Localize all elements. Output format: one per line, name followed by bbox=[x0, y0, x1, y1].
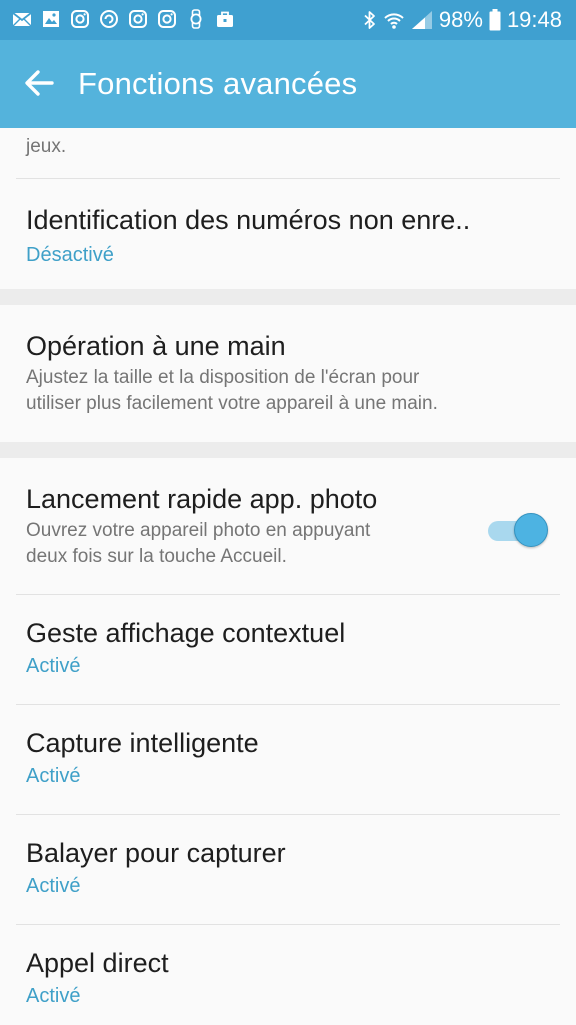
page-title: Fonctions avancées bbox=[78, 66, 358, 101]
notification-icons bbox=[12, 9, 235, 29]
setting-title: Opération à une main bbox=[26, 331, 286, 361]
setting-quick-camera[interactable]: Lancement rapide app. photo Ouvrez votre… bbox=[0, 458, 576, 594]
sync-icon bbox=[100, 10, 118, 28]
bluetooth-icon bbox=[364, 11, 375, 29]
setting-desc-line: Ouvrez votre appareil photo en appuyant bbox=[26, 520, 371, 541]
setting-caller-id[interactable]: Identification des numéros non enre.. Dé… bbox=[0, 179, 576, 289]
setting-smart-capture[interactable]: Capture intelligente Activé bbox=[0, 705, 576, 814]
battery-percent: 98% bbox=[438, 7, 483, 32]
setting-palm-swipe[interactable]: Balayer pour capturer Activé bbox=[0, 815, 576, 924]
setting-title: Geste affichage contextuel bbox=[26, 618, 346, 648]
setting-title: Identification des numéros non enre.. bbox=[26, 205, 471, 235]
instagram-icon bbox=[158, 10, 176, 28]
back-arrow-icon[interactable] bbox=[22, 66, 56, 100]
settings-group-3: Lancement rapide app. photo Ouvrez votre… bbox=[0, 458, 576, 1025]
gallery-icon bbox=[43, 11, 59, 27]
partial-item-desc: jeux. bbox=[26, 136, 67, 157]
battery-icon bbox=[489, 9, 501, 31]
settings-group-2: Opération à une main Ajustez la taille e… bbox=[0, 305, 576, 442]
settings-group-1: jeux. Identification des numéros non enr… bbox=[0, 128, 576, 289]
quick-camera-toggle[interactable] bbox=[486, 513, 548, 549]
system-status: 98% 19:48 bbox=[363, 7, 562, 33]
clock: 19:48 bbox=[506, 7, 562, 32]
section-gap bbox=[0, 289, 576, 305]
setting-status: Activé bbox=[26, 655, 81, 677]
setting-one-hand-mode[interactable]: Opération à une main Ajustez la taille e… bbox=[0, 305, 576, 442]
setting-status: Activé bbox=[26, 985, 81, 1007]
setting-title: Balayer pour capturer bbox=[26, 838, 286, 868]
settings-list: jeux. Identification des numéros non enr… bbox=[0, 128, 576, 1025]
setting-status: Activé bbox=[26, 875, 81, 897]
mail-icon bbox=[12, 12, 32, 27]
setting-desc-line: utiliser plus facilement votre appareil … bbox=[26, 393, 438, 414]
setting-title: Capture intelligente bbox=[26, 728, 259, 758]
setting-status: Activé bbox=[26, 765, 81, 787]
app-bar: Fonctions avancées bbox=[0, 40, 576, 128]
signal-icon bbox=[411, 11, 432, 29]
setting-popup-gesture[interactable]: Geste affichage contextuel Activé bbox=[0, 595, 576, 704]
setting-desc-line: Ajustez la taille et la disposition de l… bbox=[26, 367, 420, 388]
setting-title: Appel direct bbox=[26, 948, 169, 978]
watch-icon bbox=[190, 9, 202, 29]
status-bar: 98% 19:48 bbox=[0, 0, 576, 40]
setting-status: Désactivé bbox=[26, 244, 114, 266]
wifi-icon bbox=[384, 13, 404, 29]
setting-title: Lancement rapide app. photo bbox=[26, 484, 378, 514]
instagram-icon bbox=[129, 10, 147, 28]
setting-direct-call[interactable]: Appel direct Activé bbox=[0, 925, 576, 1025]
section-gap bbox=[0, 442, 576, 458]
partial-item: jeux. bbox=[0, 128, 576, 178]
toggle-thumb bbox=[514, 513, 548, 547]
setting-desc-line: deux fois sur la touche Accueil. bbox=[26, 546, 287, 567]
instagram-icon bbox=[71, 10, 89, 28]
briefcase-icon bbox=[217, 11, 233, 27]
